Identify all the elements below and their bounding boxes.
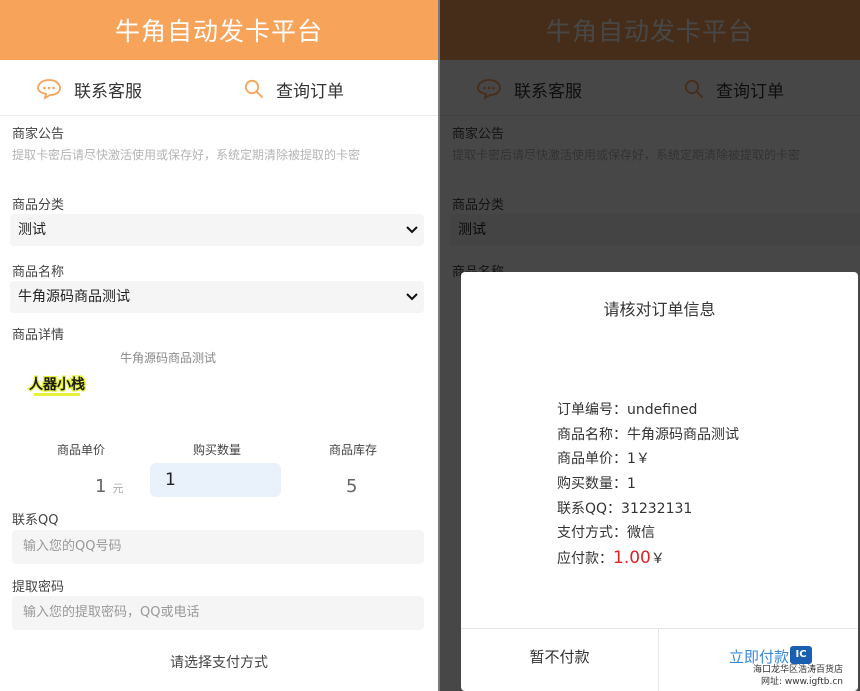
- info-label: 订单编号：: [557, 402, 627, 418]
- order-info-row: 商品名称：牛角源码商品测试: [557, 423, 739, 448]
- chevron-down-icon: [406, 226, 418, 234]
- quantity-input[interactable]: 1: [150, 463, 281, 497]
- amount-currency: ￥: [650, 551, 665, 568]
- contact-service-label: 联系客服: [74, 81, 142, 102]
- nav-bar: 联系客服 查询订单: [0, 60, 438, 116]
- search-icon: [244, 79, 263, 98]
- order-confirm-screen: 牛角自动发卡平台 联系客服 查询订单 商家公告 提取卡密后请尽快激活使用或保存好…: [440, 0, 860, 691]
- order-info-row: 联系QQ：31232131: [557, 497, 739, 522]
- amount-row: 应付款：1.00￥: [557, 546, 739, 571]
- quantity-label: 购买数量: [192, 443, 241, 457]
- pickup-password-label: 提取密码: [12, 580, 65, 595]
- unit-price-value: 1元: [95, 476, 123, 497]
- chevron-down-icon: [406, 293, 418, 301]
- unit-price-label: 商品单价: [56, 443, 105, 457]
- qq-placeholder: 输入您的QQ号码: [23, 539, 122, 554]
- info-label: 联系QQ：: [557, 500, 622, 517]
- info-value: 微信: [627, 525, 655, 542]
- qq-label: 联系QQ: [12, 513, 59, 528]
- watermark-line: 海口龙华区浩涛百货店: [753, 665, 844, 675]
- watermark-line: 网址: www.igftb.cn: [761, 677, 844, 687]
- watermark-logo: IC: [790, 646, 812, 664]
- info-label: 商品单价：: [557, 451, 627, 468]
- info-value: 牛角源码商品测试: [627, 426, 739, 443]
- stock-label: 商品库存: [328, 443, 377, 457]
- detail-text: 牛角源码商品测试: [119, 351, 216, 365]
- svg-text:人器小栈: 人器小栈: [29, 376, 85, 393]
- info-value: 1: [627, 476, 636, 493]
- unit-price-currency: 元: [112, 482, 124, 495]
- order-info-row: 订单编号：undefined: [557, 398, 739, 423]
- payment-method-title: 请选择支付方式: [170, 655, 268, 671]
- chat-bubble-icon: [37, 79, 61, 100]
- info-value: undefined: [627, 402, 698, 418]
- category-label: 商品分类: [12, 198, 65, 213]
- quantity-value: 1: [165, 470, 176, 490]
- category-selected: 测试: [18, 222, 46, 238]
- product-select[interactable]: 牛角源码商品测试: [10, 281, 424, 313]
- order-info-row: 支付方式：微信: [557, 521, 739, 546]
- cancel-payment-button[interactable]: 暂不付款: [461, 629, 659, 691]
- contact-service-link[interactable]: 联系客服: [36, 76, 142, 102]
- app-title: 牛角自动发卡平台: [114, 17, 323, 46]
- query-order-label: 查询订单: [276, 81, 344, 102]
- order-info: 订单编号：undefined 商品名称：牛角源码商品测试 商品单价：1￥ 购买数…: [557, 398, 739, 571]
- info-value: 31232131: [621, 500, 693, 517]
- amount-label: 应付款：: [557, 551, 613, 568]
- notice-label: 商家公告: [12, 127, 65, 142]
- order-confirm-dialog: 请核对订单信息 订单编号：undefined 商品名称：牛角源码商品测试 商品单…: [461, 272, 858, 691]
- product-selected: 牛角源码商品测试: [18, 289, 130, 305]
- query-order-link[interactable]: 查询订单: [244, 76, 344, 102]
- notice-text: 提取卡密后请尽快激活使用或保存好，系统定期清除被提取的卡密: [12, 148, 361, 162]
- order-info-row: 商品单价：1￥: [557, 447, 739, 472]
- qq-input[interactable]: 输入您的QQ号码: [12, 530, 424, 564]
- dialog-title: 请核对订单信息: [603, 300, 716, 319]
- order-info-row: 购买数量：1: [557, 472, 739, 497]
- stock-value: 5: [346, 476, 358, 497]
- watermark-text: 海口龙华区浩涛百货店 网址: www.igftb.cn: [753, 664, 843, 688]
- product-label: 商品名称: [12, 265, 65, 280]
- info-label: 支付方式：: [557, 525, 627, 542]
- category-select[interactable]: 测试: [10, 214, 424, 246]
- shop-logo-image: 人器小栈: [20, 372, 94, 402]
- unit-price-number: 1: [95, 476, 107, 497]
- amount-value: 1.00: [613, 548, 651, 569]
- order-form-screen: 牛角自动发卡平台 联系客服 查询订单 商家公告 提取卡密后请尽快激活使用或保存好…: [0, 0, 438, 691]
- pickup-password-input[interactable]: 输入您的提取密码，QQ或电话: [12, 596, 424, 630]
- app-header: 牛角自动发卡平台: [0, 0, 438, 60]
- info-label: 商品名称：: [557, 426, 627, 443]
- detail-label: 商品详情: [12, 328, 65, 343]
- pickup-password-placeholder: 输入您的提取密码，QQ或电话: [23, 605, 200, 620]
- info-value: 1￥: [627, 451, 650, 468]
- info-label: 购买数量：: [557, 476, 627, 493]
